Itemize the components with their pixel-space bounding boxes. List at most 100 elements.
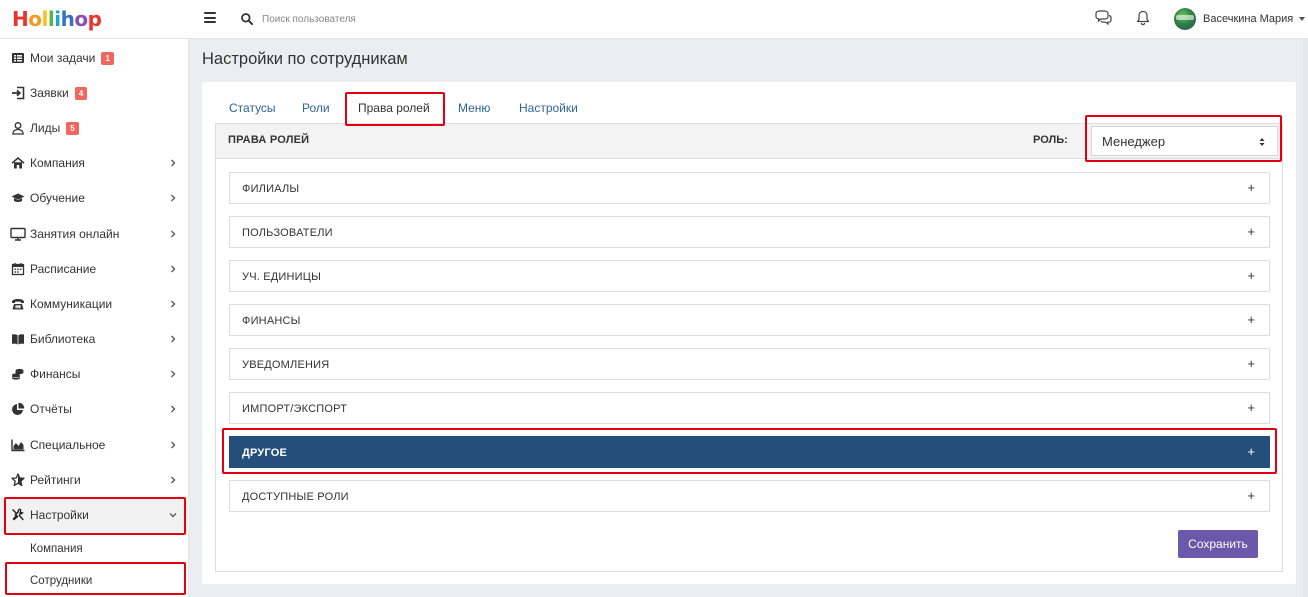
sidebar-item-label: Обучение: [30, 190, 85, 205]
panel-finance[interactable]: ФИНАНСЫ +: [229, 304, 1270, 336]
sidebar-item-label: Компания: [30, 155, 85, 170]
menu-icon[interactable]: [204, 12, 216, 23]
panel-label: УВЕДОМЛЕНИЯ: [242, 359, 330, 371]
sidebar-item-settings[interactable]: Настройки: [0, 497, 189, 532]
sidebar-item-online-lessons[interactable]: Занятия онлайн: [0, 216, 189, 251]
hollihop-logo[interactable]: H o l l i h o p: [12, 6, 102, 32]
logo-letter: o: [74, 7, 88, 31]
user-menu[interactable]: Васечкина Мария: [1174, 8, 1306, 30]
home-icon: [11, 156, 25, 168]
phone-icon: [12, 298, 24, 309]
role-select[interactable]: Менеджер: [1091, 126, 1278, 156]
sidebar-item-label: Занятия онлайн: [30, 226, 120, 241]
sidebar-item-ratings[interactable]: Рейтинги: [0, 462, 189, 497]
sidebar-item-company[interactable]: Компания: [0, 145, 189, 180]
sidebar-item-label: Библиотека: [30, 331, 96, 346]
sidebar-item-requests[interactable]: Заявки 4: [0, 75, 189, 110]
book-icon: [12, 333, 24, 344]
sidebar-subitem-company[interactable]: Компания: [0, 534, 189, 564]
sidebar-item-label: Отчёты: [30, 401, 72, 416]
pie-chart-icon: [12, 402, 25, 415]
top-bar: H o l l i h o p Васечкина Мария: [0, 0, 1308, 39]
search-icon: [241, 13, 253, 25]
sidebar-item-special[interactable]: Специальное: [0, 427, 189, 462]
sidebar-item-label: Рейтинги: [30, 472, 81, 487]
chevron-right-icon: [171, 370, 176, 377]
requests-icon: [12, 86, 25, 99]
chevron-right-icon: [171, 230, 176, 237]
area-chart-icon: [11, 439, 25, 451]
select-arrows-icon: [1259, 138, 1265, 146]
expand-plus-icon: +: [1247, 488, 1255, 503]
tasks-icon: [12, 52, 24, 63]
expand-plus-icon: +: [1247, 444, 1255, 459]
sidebar-item-library[interactable]: Библиотека: [0, 321, 189, 356]
bell-icon[interactable]: [1136, 10, 1150, 26]
panel-available-roles[interactable]: ДОСТУПНЫЕ РОЛИ +: [229, 480, 1270, 512]
sidebar-item-leads[interactable]: Лиды 5: [0, 110, 189, 145]
tab-menu[interactable]: Меню: [458, 101, 490, 117]
avatar: [1174, 8, 1196, 30]
panel-label: ФИЛИАЛЫ: [242, 183, 300, 195]
sidebar-item-label: Мои задачи: [30, 50, 96, 65]
coins-icon: [11, 368, 24, 380]
user-icon: [12, 121, 24, 135]
scrollbar-track[interactable]: [1303, 39, 1308, 597]
sidebar-item-finance[interactable]: Финансы: [0, 356, 189, 391]
panel-study-units[interactable]: УЧ. ЕДИНИЦЫ +: [229, 260, 1270, 292]
panel-import-export[interactable]: ИМПОРТ/ЭКСПОРТ +: [229, 392, 1270, 424]
tools-icon: [12, 507, 24, 520]
section-title: ПРАВА РОЛЕЙ: [228, 134, 310, 146]
panel-notifications[interactable]: УВЕДОМЛЕНИЯ +: [229, 348, 1270, 380]
panel-users[interactable]: ПОЛЬЗОВАТЕЛИ +: [229, 216, 1270, 248]
sidebar-subitem-employees[interactable]: Сотрудники: [0, 566, 189, 596]
logo-letter: o: [28, 7, 42, 31]
expand-plus-icon: +: [1247, 268, 1255, 283]
panel-other[interactable]: ДРУГОЕ +: [229, 436, 1270, 468]
chevron-right-icon: [171, 300, 176, 307]
sidebar-item-label: Лиды: [30, 120, 61, 135]
sidebar-subitem-label: Компания: [30, 543, 83, 555]
user-name: Васечкина Мария: [1203, 13, 1294, 25]
tab-statuses[interactable]: Статусы: [229, 101, 276, 117]
expand-plus-icon: +: [1247, 400, 1255, 415]
sidebar-item-label: Коммуникации: [30, 296, 113, 311]
chevron-right-icon: [171, 335, 176, 342]
chat-icon[interactable]: [1094, 10, 1112, 26]
expand-plus-icon: +: [1247, 224, 1255, 239]
sidebar-item-my-tasks[interactable]: Мои задачи 1: [0, 40, 189, 75]
save-button[interactable]: Сохранить: [1178, 530, 1258, 558]
sidebar-item-communications[interactable]: Коммуникации: [0, 286, 189, 321]
panel-label: ПОЛЬЗОВАТЕЛИ: [242, 227, 333, 239]
search-input[interactable]: [262, 10, 562, 28]
tab-settings[interactable]: Настройки: [519, 101, 578, 117]
chevron-right-icon: [171, 265, 176, 272]
chevron-right-icon: [171, 441, 176, 448]
graduation-cap-icon: [11, 193, 25, 202]
caret-down-icon: [1299, 17, 1306, 21]
calendar-icon: [11, 262, 25, 275]
panel-label: ДОСТУПНЫЕ РОЛИ: [242, 491, 349, 503]
expand-plus-icon: +: [1247, 180, 1255, 195]
sidebar-item-label: Специальное: [30, 437, 106, 452]
chevron-right-icon: [171, 194, 176, 201]
logo-letter: H: [12, 7, 29, 31]
count-badge: 5: [66, 121, 79, 135]
tab-role-permissions[interactable]: Права ролей: [358, 101, 430, 117]
panel-label: ИМПОРТ/ЭКСПОРТ: [242, 403, 348, 415]
panel-branches[interactable]: ФИЛИАЛЫ +: [229, 172, 1270, 204]
sidebar-item-schedule[interactable]: Расписание: [0, 251, 189, 286]
sidebar-item-reports[interactable]: Отчёты: [0, 391, 189, 426]
chevron-down-icon: [169, 512, 177, 517]
sidebar-item-label: Заявки: [30, 85, 69, 100]
sidebar-item-education[interactable]: Обучение: [0, 180, 189, 215]
monitor-icon: [10, 227, 26, 241]
star-icon: [11, 472, 25, 486]
sidebar-item-label: Расписание: [30, 261, 97, 276]
expand-plus-icon: +: [1247, 356, 1255, 371]
sidebar-item-label: Финансы: [30, 366, 81, 381]
count-badge: 1: [101, 51, 114, 65]
tab-roles[interactable]: Роли: [302, 101, 330, 117]
count-badge: 4: [74, 86, 88, 100]
chevron-right-icon: [171, 476, 176, 483]
